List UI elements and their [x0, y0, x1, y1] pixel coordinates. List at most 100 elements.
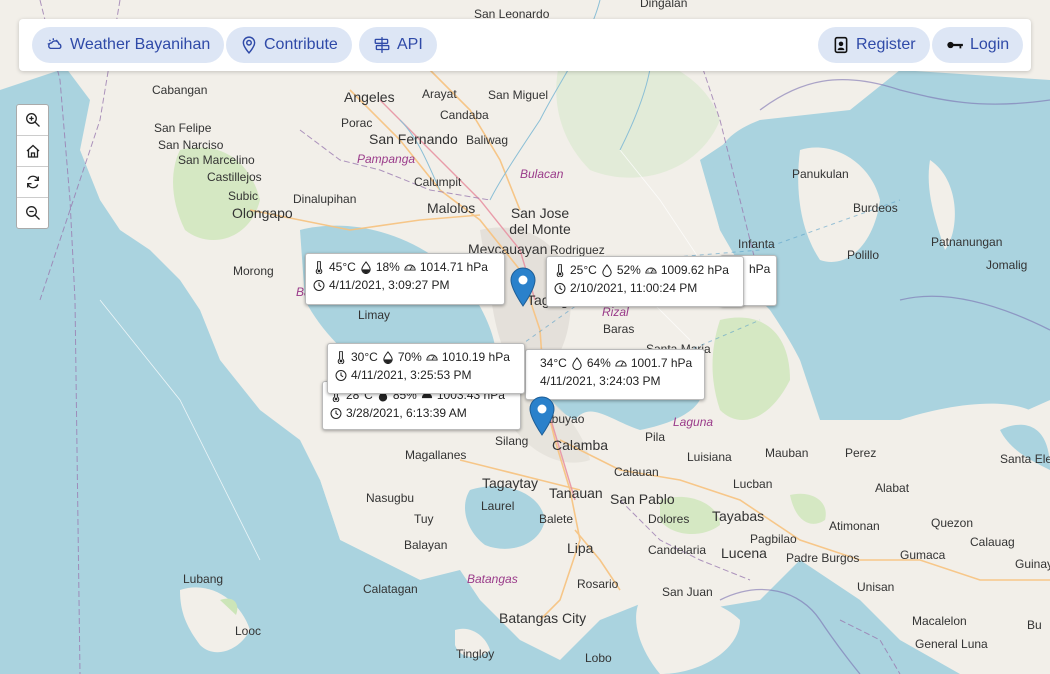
- map-label-padre-burgos: Padre Burgos: [786, 551, 860, 565]
- map-label-macalelon: Macalelon: [912, 614, 967, 628]
- map-label-polillo: Polillo: [847, 248, 880, 262]
- map-label-mauban: Mauban: [765, 446, 809, 460]
- map-label-lucena: Lucena: [721, 545, 767, 561]
- popup-pressure: 1009.62 hPa: [660, 263, 729, 277]
- map-label-nasugbu: Nasugbu: [366, 491, 415, 505]
- weather-popup[interactable]: 34°C 64% 1001.7 hPa 4/11/2021, 3:24:03 P…: [525, 349, 705, 400]
- marker-pin-icon[interactable]: [510, 267, 536, 307]
- map-label-rizal: Rizal: [602, 305, 629, 319]
- speedometer-icon: [615, 360, 627, 367]
- map-label-pila: Pila: [645, 430, 666, 444]
- popup-pressure-unit: hPa: [749, 262, 771, 276]
- map-label-looc: Looc: [235, 624, 262, 638]
- map-label-subic: Subic: [228, 189, 259, 203]
- popup-timestamp: 4/11/2021, 3:09:27 PM: [329, 278, 450, 292]
- map-label-calatagan: Calatagan: [363, 582, 418, 596]
- map-label-pampanga: Pampanga: [357, 152, 416, 166]
- clock-icon: [335, 369, 347, 381]
- map-label-lubang: Lubang: [183, 572, 224, 586]
- popup-measurements-row: 25°C 52% 1009.62 hPa: [554, 261, 736, 279]
- map-label-unisan: Unisan: [857, 580, 895, 594]
- droplet-icon: [361, 260, 371, 274]
- map-label-olongapo: Olongapo: [232, 205, 293, 221]
- popup-pressure: 1010.19 hPa: [441, 350, 510, 364]
- signpost-icon: [374, 37, 390, 53]
- map-label-san-juan: San Juan: [662, 585, 713, 599]
- register-button[interactable]: Register: [818, 27, 930, 63]
- marker-pin-icon[interactable]: [529, 396, 555, 436]
- map-label-infanta: Infanta: [738, 237, 775, 251]
- map-label-dolores: Dolores: [648, 512, 690, 526]
- api-button[interactable]: API: [359, 27, 437, 63]
- map-label-luisiana: Luisiana: [687, 450, 732, 464]
- home-icon: [26, 144, 39, 158]
- map-label-balayan: Balayan: [404, 538, 448, 552]
- reset-view-button[interactable]: [17, 167, 48, 198]
- thermometer-icon: [315, 260, 323, 274]
- map-label-tuy: Tuy: [414, 512, 434, 526]
- key-icon: [947, 41, 963, 49]
- popup-humidity: 70%: [397, 350, 422, 364]
- map-label-guinayan: Guinayan: [1015, 557, 1050, 571]
- top-navbar: Weather Bayanihan Contribute API Registe…: [19, 19, 1031, 71]
- droplet-icon: [572, 356, 582, 370]
- map-label-calumpit: Calumpit: [414, 175, 462, 189]
- zoom-in-icon: [25, 113, 40, 127]
- map-label-rodriguez: Rodriguez: [550, 243, 605, 257]
- contribute-button[interactable]: Contribute: [226, 27, 352, 63]
- map-zoom-controls: [16, 104, 49, 229]
- map-label-san-jose-del-monte: San Jose del Monte: [509, 205, 571, 237]
- map-label-lipa: Lipa: [567, 540, 594, 556]
- api-label: API: [397, 36, 423, 53]
- refresh-icon: [26, 175, 39, 189]
- popup-time-row: 3/28/2021, 6:13:39 AM: [330, 404, 513, 422]
- map-label-baliwag: Baliwag: [466, 133, 509, 147]
- zoom-in-button[interactable]: [17, 105, 48, 136]
- zoom-out-button[interactable]: [17, 198, 48, 228]
- cloud-sun-icon: [47, 38, 62, 50]
- login-label: Login: [970, 36, 1010, 53]
- weather-popup[interactable]: 25°C 52% 1009.62 hPa 2/10/2021, 11:00:24…: [546, 256, 744, 307]
- map-label-bu: Bu: [1027, 618, 1042, 632]
- map-label-burdeos: Burdeos: [853, 201, 898, 215]
- map-label-porac: Porac: [341, 116, 373, 130]
- popup-pressure: 1014.71 hPa: [419, 260, 488, 274]
- map-label-gumaca: Gumaca: [900, 548, 946, 562]
- popup-timestamp: 4/11/2021, 3:25:53 PM: [351, 368, 472, 382]
- map-pin-icon: [242, 36, 256, 54]
- map-label-patnanungan: Patnanungan: [931, 235, 1003, 249]
- popup-temperature: 30°C: [351, 350, 378, 364]
- map-label-candelaria: Candelaria: [648, 543, 707, 557]
- map-label-magallanes: Magallanes: [405, 448, 467, 462]
- map-label-limay: Limay: [358, 308, 391, 322]
- brand-button[interactable]: Weather Bayanihan: [32, 27, 225, 63]
- weather-popup[interactable]: 30°C 70% 1010.19 hPa 4/11/2021, 3:25:53 …: [327, 343, 525, 394]
- popup-humidity: 18%: [375, 260, 400, 274]
- popup-measurements-row: 45°C 18% 1014.71 hPa: [313, 258, 497, 276]
- home-button[interactable]: [17, 136, 48, 167]
- map-label-santa-elena: Santa Elena: [1000, 452, 1050, 466]
- map-label-castillejos: Castillejos: [207, 170, 262, 184]
- map-label-jomalig: Jomalig: [986, 258, 1028, 272]
- login-button[interactable]: Login: [932, 27, 1024, 63]
- popup-timestamp: 3/28/2021, 6:13:39 AM: [346, 406, 467, 420]
- map-label-calauan: Calauan: [614, 465, 659, 479]
- popup-humidity: 52%: [616, 263, 641, 277]
- map-label-san-miguel: San Miguel: [488, 88, 549, 102]
- speedometer-icon: [426, 354, 438, 361]
- map-label-malolos: Malolos: [427, 200, 476, 216]
- map-label-lobo: Lobo: [585, 651, 612, 665]
- speedometer-icon: [404, 264, 416, 271]
- map-label-cabangan: Cabangan: [152, 83, 208, 97]
- map-label-calauag: Calauag: [970, 535, 1015, 549]
- map-label-san-felipe: San Felipe: [154, 121, 212, 135]
- map-label-general-luna: General Luna: [915, 637, 988, 651]
- popup-measurements-row: hPa: [749, 260, 771, 278]
- weather-popup[interactable]: 45°C 18% 1014.71 hPa 4/11/2021, 3:09:27 …: [305, 253, 505, 305]
- map-label-san-marcelino: San Marcelino: [178, 153, 255, 167]
- map-label-batangas-city: Batangas City: [499, 610, 587, 626]
- brand-label: Weather Bayanihan: [70, 36, 211, 53]
- map-label-san-narciso: San Narciso: [158, 138, 224, 152]
- map-label-panukulan: Panukulan: [792, 167, 849, 181]
- map-label-calamba: Calamba: [552, 437, 609, 453]
